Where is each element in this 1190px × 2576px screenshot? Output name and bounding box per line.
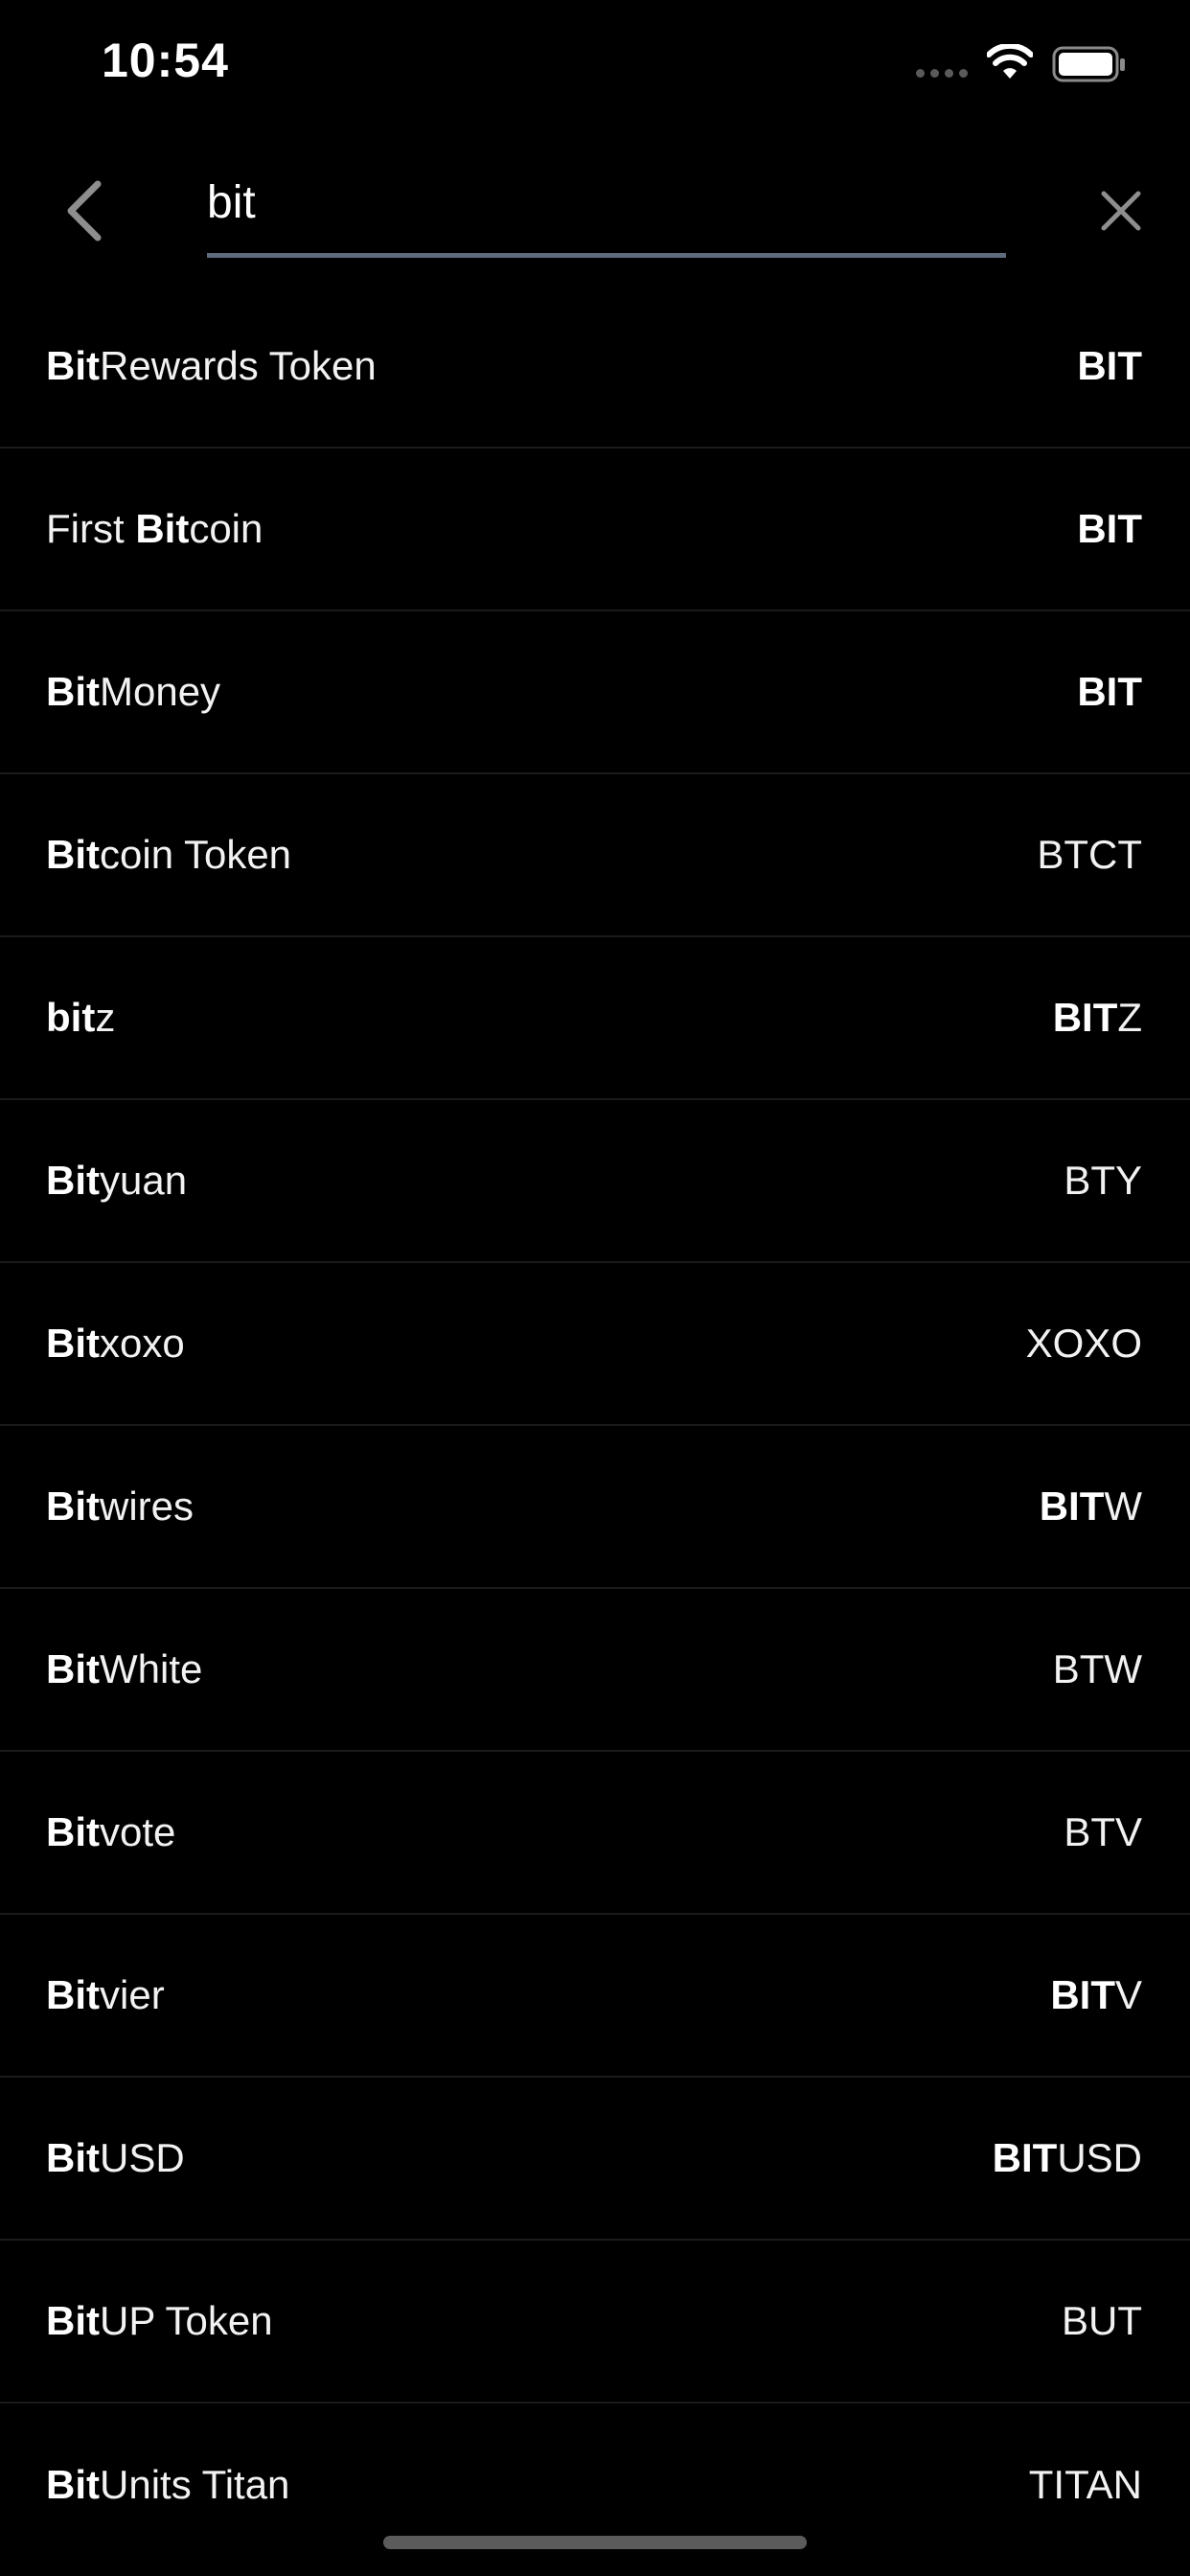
result-row[interactable]: Bitvote BTV [0, 1752, 1190, 1915]
coin-name: BitRewards Token [46, 343, 377, 388]
home-indicator[interactable] [383, 2536, 807, 2549]
coin-symbol: BTCT [1037, 832, 1142, 877]
coin-name: Bitcoin Token [46, 832, 292, 877]
cellular-dots-icon [916, 69, 968, 78]
close-icon [1101, 191, 1141, 231]
coin-symbol: XOXO [1025, 1321, 1142, 1366]
coin-name: bitz [46, 995, 116, 1040]
coin-name: Bityuan [46, 1158, 188, 1203]
coin-name: First Bitcoin [46, 506, 263, 551]
result-row[interactable]: bitz BITZ [0, 937, 1190, 1100]
result-row[interactable]: First Bitcoin BIT [0, 448, 1190, 611]
result-row[interactable]: BitMoney BIT [0, 611, 1190, 774]
coin-name: Bitwires [46, 1484, 195, 1529]
coin-symbol: BIT [1077, 506, 1142, 551]
coin-symbol: BITZ [1052, 995, 1142, 1040]
chevron-left-icon [67, 180, 102, 242]
clear-search-button[interactable] [1092, 182, 1150, 240]
back-button[interactable] [56, 174, 113, 247]
result-row[interactable]: BitRewards Token BIT [0, 286, 1190, 448]
coin-symbol: BTV [1064, 1809, 1142, 1854]
status-time: 10:54 [102, 34, 229, 87]
coin-symbol: BUT [1062, 2298, 1142, 2343]
coin-name: Bitvote [46, 1809, 176, 1854]
result-row[interactable]: BitWhite BTW [0, 1589, 1190, 1752]
coin-name: BitWhite [46, 1646, 203, 1691]
status-bar: 10:54 [0, 0, 1190, 134]
result-row[interactable]: Bitwires BITW [0, 1426, 1190, 1589]
coin-symbol: BITUSD [992, 2135, 1142, 2180]
coin-name: BitMoney [46, 669, 221, 714]
search-results-list: BitRewards Token BIT First Bitcoin BIT B… [0, 286, 1190, 2566]
result-row[interactable]: Bityuan BTY [0, 1100, 1190, 1263]
wifi-icon [987, 44, 1033, 79]
search-underline [207, 253, 1006, 258]
coin-name: BitUP Token [46, 2298, 273, 2343]
result-row[interactable]: Bitxoxo XOXO [0, 1263, 1190, 1426]
battery-icon [1052, 46, 1125, 82]
coin-name: BitUnits Titan [46, 2462, 290, 2507]
search-bar [0, 153, 1190, 268]
result-row[interactable]: BitUSD BITUSD [0, 2078, 1190, 2241]
coin-name: BitUSD [46, 2135, 185, 2180]
search-input[interactable] [207, 172, 1006, 232]
coin-symbol: BIT [1077, 669, 1142, 714]
result-row[interactable]: Bitvier BITV [0, 1915, 1190, 2078]
result-row[interactable]: BitUP Token BUT [0, 2241, 1190, 2404]
coin-symbol: BITW [1039, 1484, 1142, 1529]
result-row[interactable]: Bitcoin Token BTCT [0, 774, 1190, 937]
coin-name: Bitvier [46, 1972, 165, 2017]
coin-symbol: BITV [1050, 1972, 1142, 2017]
coin-symbol: BTY [1064, 1158, 1142, 1203]
coin-symbol: TITAN [1028, 2462, 1142, 2507]
coin-symbol: BTW [1052, 1646, 1142, 1691]
coin-name: Bitxoxo [46, 1321, 185, 1366]
coin-symbol: BIT [1077, 343, 1142, 388]
